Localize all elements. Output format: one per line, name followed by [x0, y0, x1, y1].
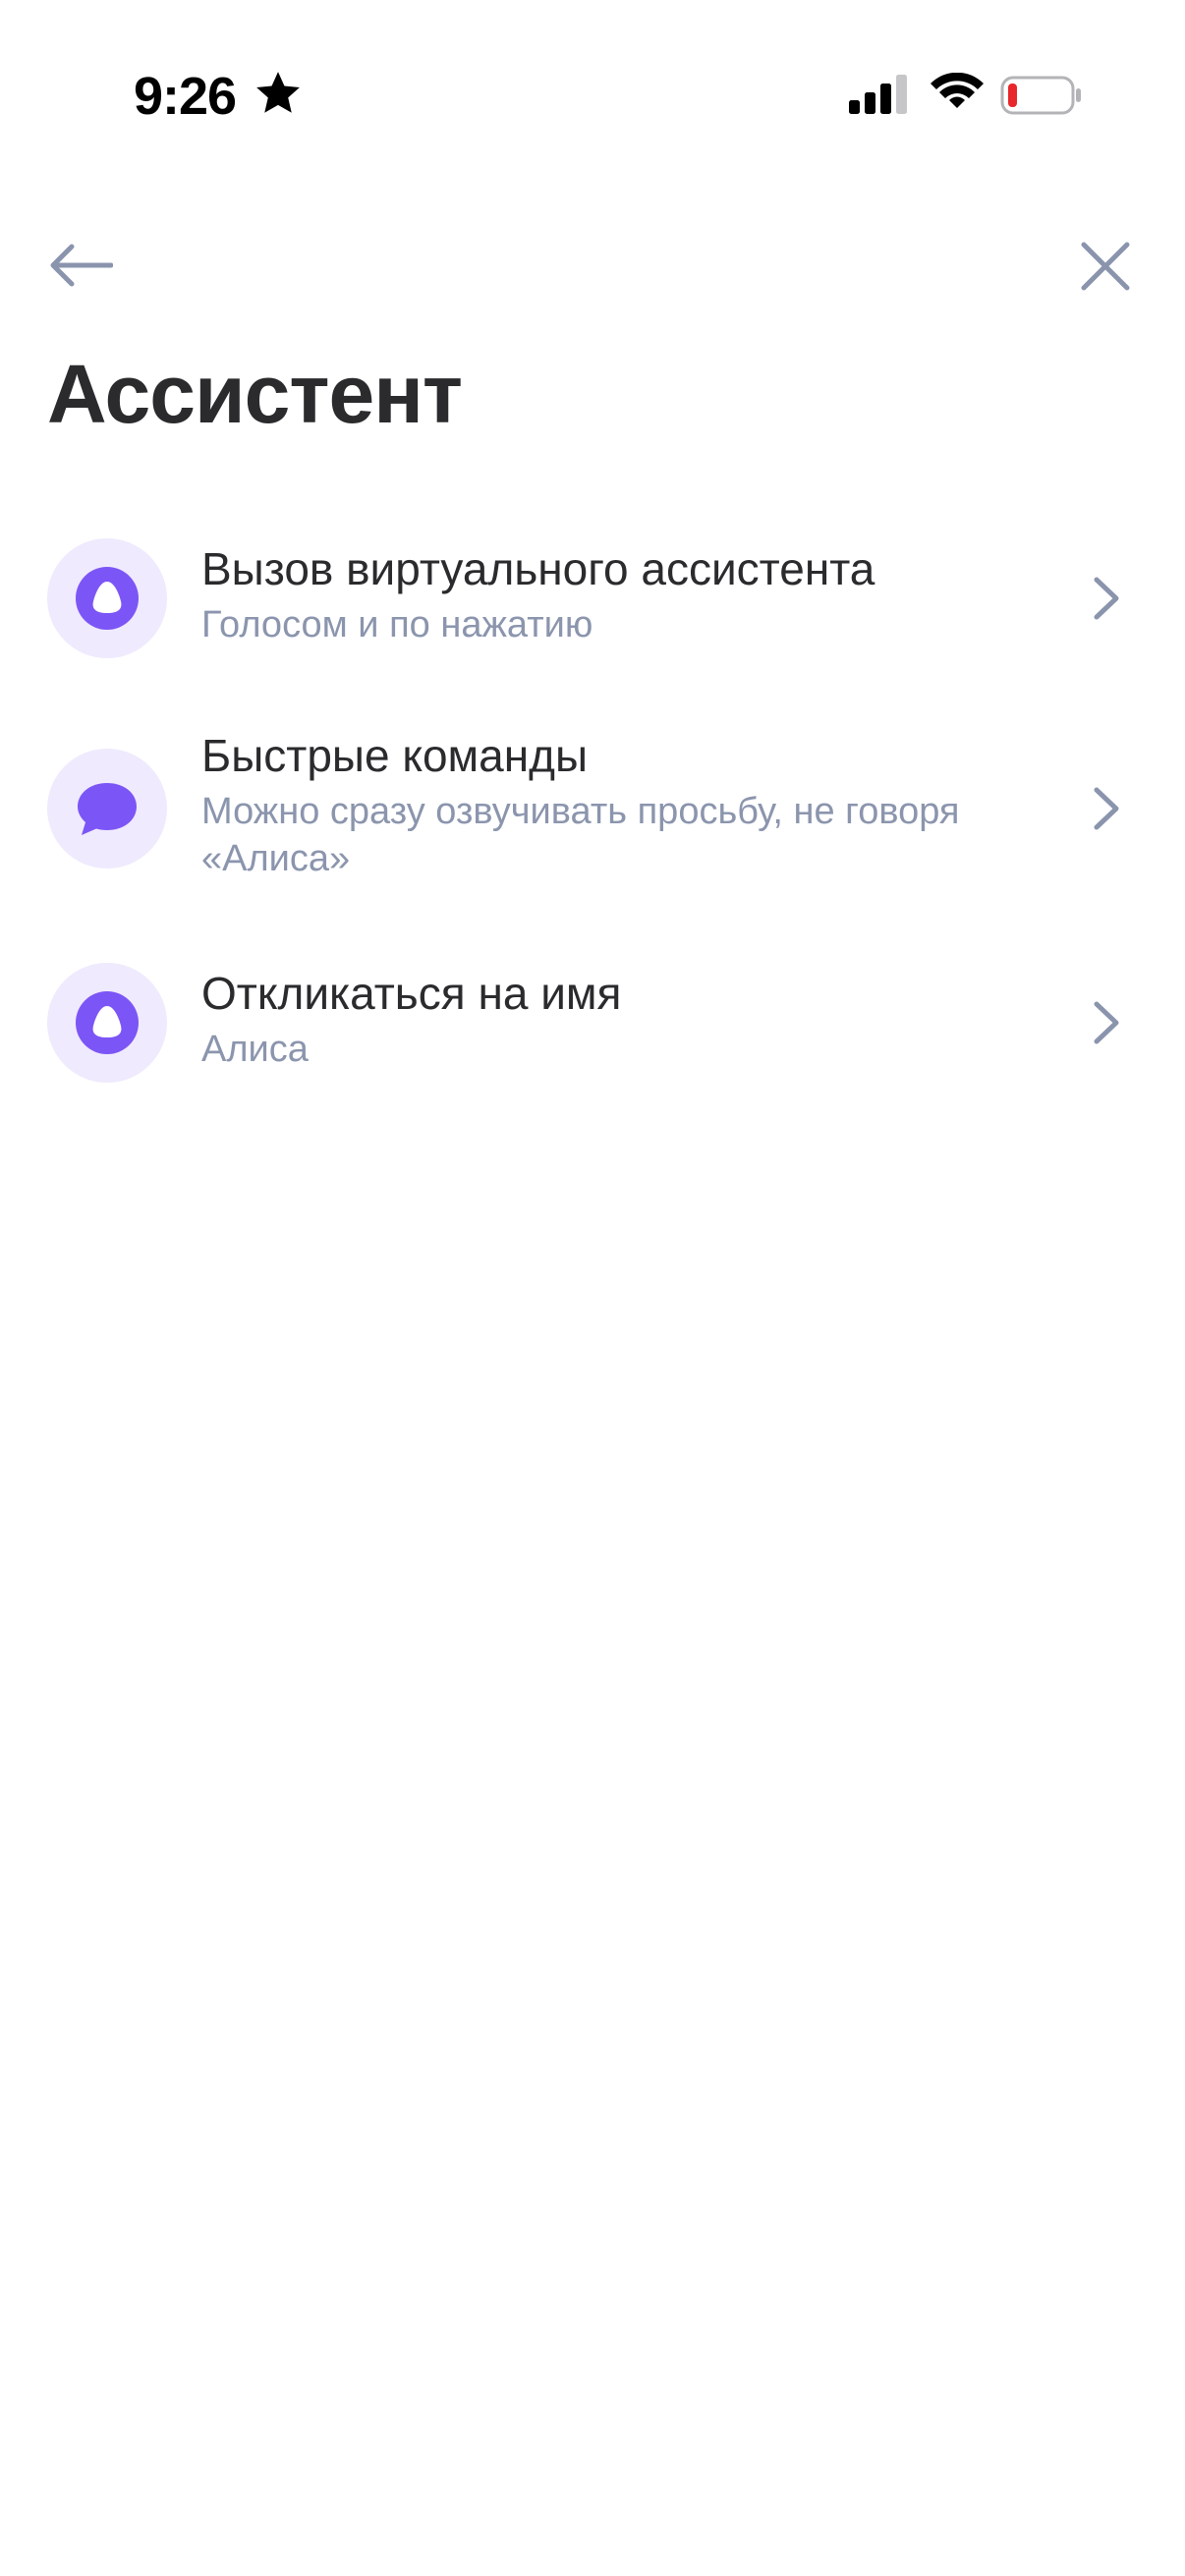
item-subtitle: Алиса — [201, 1029, 309, 1070]
close-button[interactable] — [1071, 232, 1140, 301]
list-item-respond-to-name[interactable]: Откликаться на имя Алиса — [0, 935, 1185, 1112]
item-icon-container — [47, 749, 167, 868]
item-text: Быстрые команды Можно сразу озвучивать п… — [201, 727, 1027, 882]
arrow-left-icon — [50, 244, 113, 287]
chevron-right-icon — [1094, 577, 1119, 620]
list-item-quick-commands[interactable]: Быстрые команды Можно сразу озвучивать п… — [0, 701, 1185, 927]
item-text: Вызов виртуального ассистента Голосом и … — [201, 540, 1027, 648]
back-button[interactable] — [43, 232, 118, 299]
alice-icon — [76, 991, 139, 1054]
wifi-icon — [931, 73, 984, 108]
page-title: Ассистент — [47, 348, 463, 440]
speech-bubble-icon — [78, 783, 137, 835]
status-time: 9:26 — [134, 67, 237, 126]
item-text: Откликаться на имя Алиса — [201, 965, 1027, 1073]
item-title: Откликаться на имя — [201, 968, 622, 1019]
item-subtitle: Можно сразу озвучивать просьбу, не говор… — [201, 791, 960, 879]
list-item-assistant-call[interactable]: Вызов виртуального ассистента Голосом и … — [0, 511, 1185, 688]
star-icon — [256, 72, 300, 113]
item-title: Быстрые команды — [201, 730, 589, 781]
item-subtitle: Голосом и по нажатию — [201, 604, 593, 645]
item-icon-container — [47, 963, 167, 1083]
battery-low-icon — [1000, 76, 1081, 115]
status-bar: 9:26 — [0, 0, 1185, 196]
close-icon — [1081, 242, 1130, 291]
item-title: Вызов виртуального ассистента — [201, 543, 875, 594]
chevron-right-icon — [1094, 1001, 1119, 1044]
chevron-right-icon — [1094, 787, 1119, 830]
cellular-signal-icon — [849, 75, 907, 114]
alice-icon — [76, 567, 139, 630]
item-icon-container — [47, 538, 167, 658]
